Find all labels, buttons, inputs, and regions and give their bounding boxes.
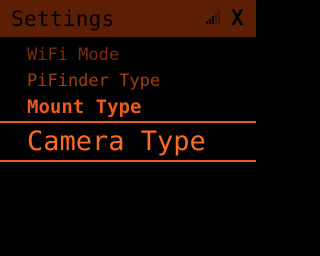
selection-bottom-line <box>0 160 256 162</box>
page-title: Settings <box>11 7 115 31</box>
menu-item-wifi-mode[interactable]: WiFi Mode <box>27 44 119 66</box>
menu-item-camera-type-selected[interactable]: Camera Type <box>27 126 206 158</box>
settings-screen: Settings X WiFi Mode PiFinder Type Mount… <box>0 0 256 256</box>
selection-top-line <box>0 121 256 123</box>
signal-icon <box>206 10 220 24</box>
menu-item-pifinder-type[interactable]: PiFinder Type <box>27 70 160 92</box>
status-x-mark: X <box>231 6 244 30</box>
title-bar: Settings X <box>0 0 256 37</box>
menu-item-mount-type[interactable]: Mount Type <box>27 95 141 119</box>
